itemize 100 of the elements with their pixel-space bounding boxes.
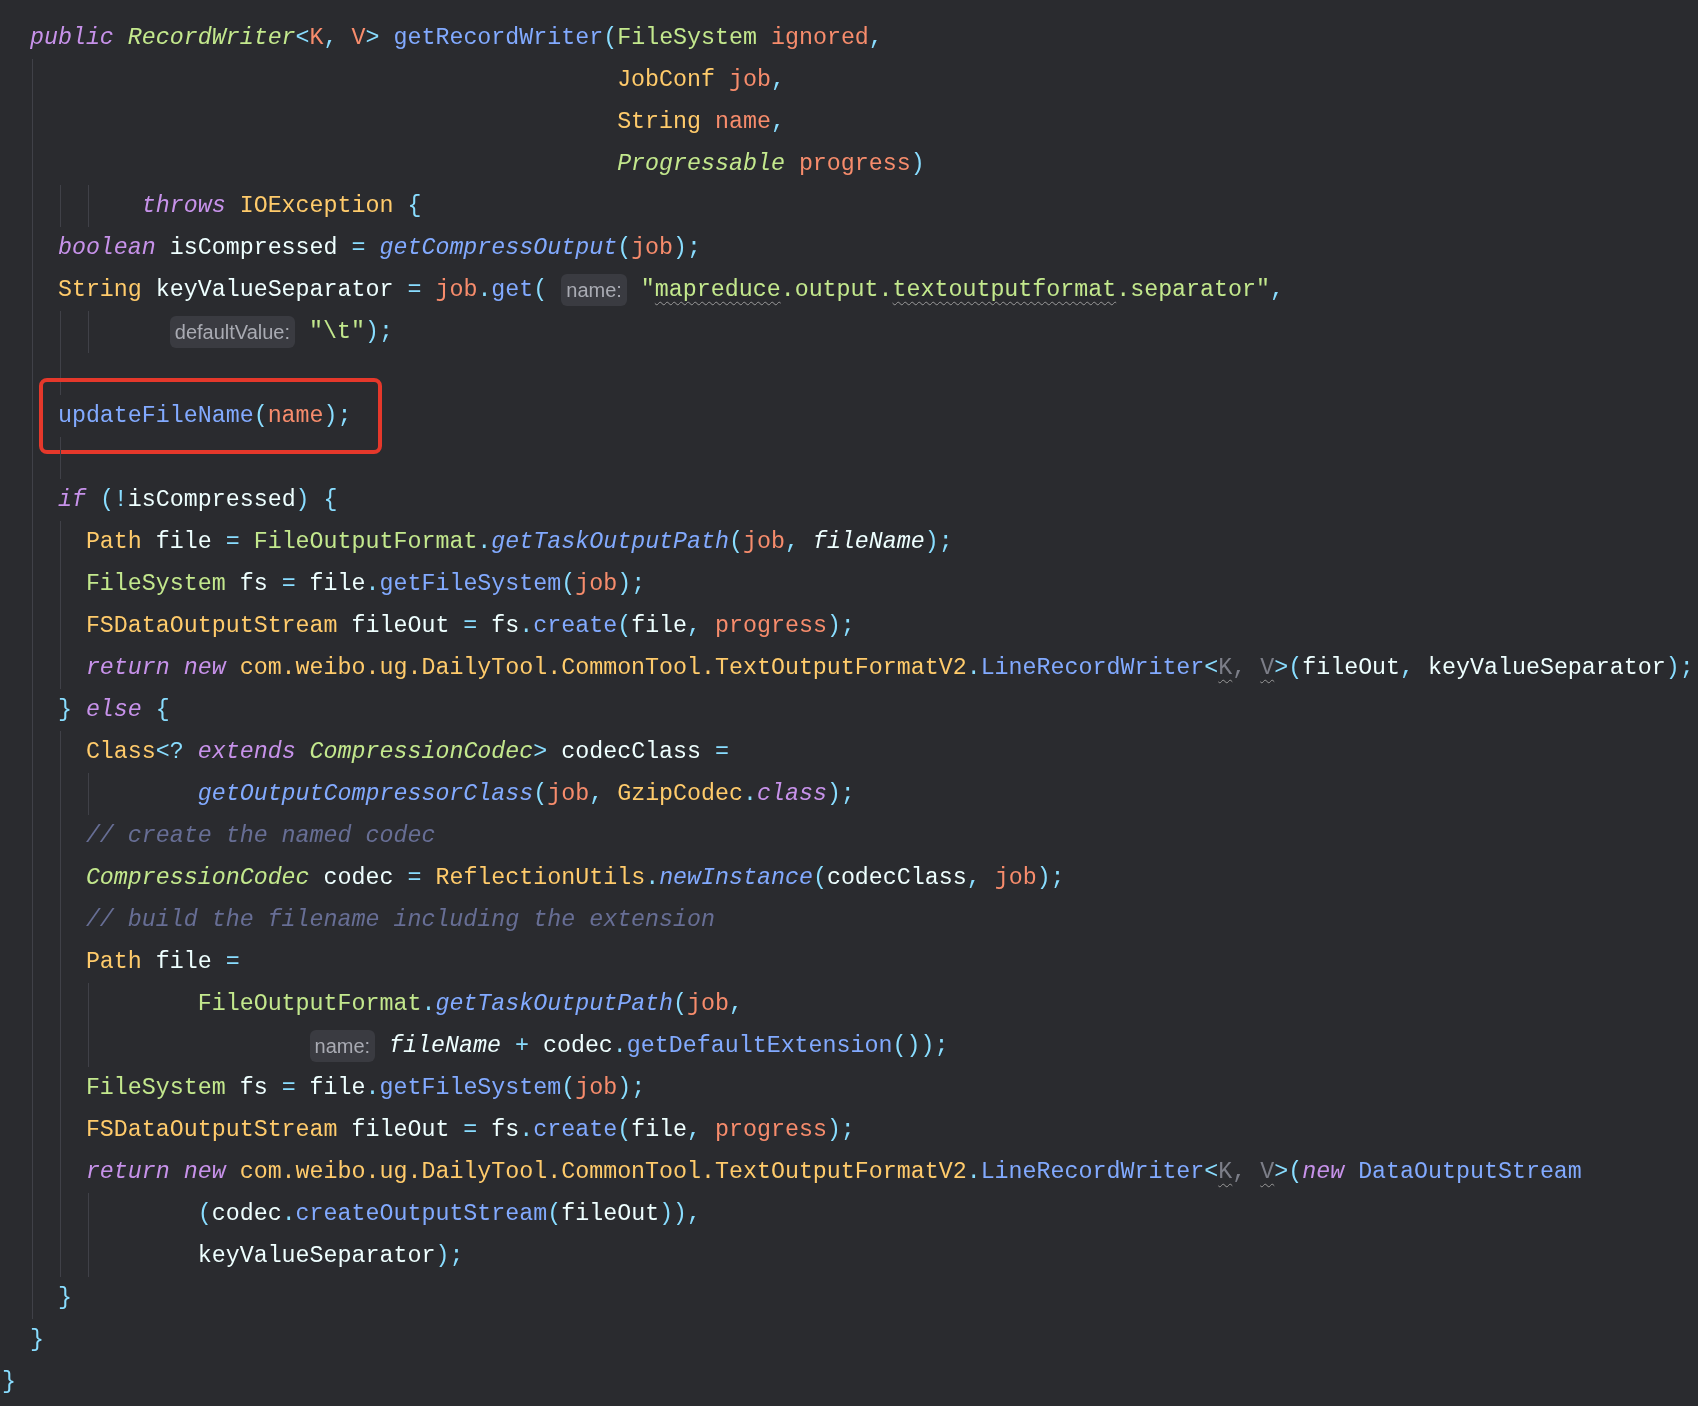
punctuation: ); bbox=[1665, 654, 1694, 683]
keyword: if bbox=[56, 486, 88, 515]
identifier: fs bbox=[239, 1074, 269, 1103]
punctuation: ) bbox=[910, 150, 925, 179]
punctuation: ( bbox=[617, 234, 632, 263]
punctuation: ); bbox=[826, 612, 855, 641]
identifier: keyValueSeparator bbox=[1428, 654, 1666, 683]
parameter: progress bbox=[715, 1116, 827, 1145]
punctuation: (! bbox=[99, 486, 128, 515]
punctuation: ( bbox=[196, 1200, 212, 1229]
identifier: fileOut bbox=[351, 612, 451, 641]
punctuation: ); bbox=[617, 570, 646, 599]
punctuation: . bbox=[477, 276, 492, 305]
method-name: create bbox=[533, 1116, 618, 1145]
identifier: fileName bbox=[812, 528, 925, 557]
string-literal: mapreduce bbox=[654, 276, 781, 305]
punctuation: ); bbox=[826, 780, 855, 809]
type-name: RecordWriter bbox=[127, 24, 296, 53]
keyword: throws bbox=[140, 192, 227, 221]
identifier: file bbox=[155, 528, 213, 557]
punctuation: . bbox=[966, 1158, 981, 1187]
punctuation: ( bbox=[533, 780, 548, 809]
identifier: file bbox=[309, 570, 366, 599]
type-name: com.weibo.ug.DailyTool.CommonTool.TextOutputFormatV2 bbox=[239, 654, 967, 683]
punctuation: . bbox=[612, 1032, 627, 1061]
punctuation: ( bbox=[561, 1074, 576, 1103]
method-name: getTaskOutputPath bbox=[491, 528, 729, 557]
punctuation: , bbox=[687, 1116, 703, 1145]
identifier: codecClass bbox=[826, 864, 967, 893]
punctuation: . bbox=[421, 990, 436, 1019]
punctuation: ) { bbox=[295, 486, 338, 515]
punctuation: ( bbox=[617, 612, 632, 641]
identifier: fs bbox=[491, 1116, 520, 1145]
punctuation: . bbox=[519, 612, 534, 641]
method-name: DataOutputStream bbox=[1358, 1158, 1582, 1187]
punctuation: ); bbox=[673, 234, 702, 263]
parameter: ignored bbox=[771, 24, 869, 53]
code-comment: // build the filename including the extension bbox=[84, 906, 715, 935]
identifier: file bbox=[309, 1074, 366, 1103]
method-name: getFileSystem bbox=[379, 570, 562, 599]
punctuation: . bbox=[281, 1200, 296, 1229]
identifier: fs bbox=[239, 570, 269, 599]
parameter: job bbox=[729, 66, 771, 95]
punctuation: <? bbox=[155, 738, 185, 767]
punctuation: ( bbox=[617, 1116, 632, 1145]
identifier: codec bbox=[211, 1200, 282, 1229]
parameter: progress bbox=[798, 150, 911, 179]
punctuation: ( bbox=[533, 276, 549, 305]
type-name: CompressionCodec bbox=[84, 864, 311, 893]
keyword: public bbox=[28, 24, 115, 53]
punctuation: , bbox=[770, 108, 785, 137]
punctuation: < bbox=[1204, 1158, 1219, 1187]
punctuation: = bbox=[281, 1074, 297, 1103]
identifier: fileName bbox=[388, 1032, 502, 1061]
punctuation: )), bbox=[659, 1200, 702, 1229]
punctuation: ); bbox=[323, 402, 352, 431]
punctuation: . bbox=[365, 1074, 380, 1103]
punctuation: ); bbox=[435, 1242, 464, 1271]
string-literal: " bbox=[639, 276, 655, 305]
type-name: String bbox=[56, 276, 143, 305]
parameter: name bbox=[715, 108, 771, 137]
parameter: K bbox=[309, 24, 324, 53]
parameter: job bbox=[631, 234, 674, 263]
identifier: keyValueSeparator bbox=[196, 1242, 436, 1271]
identifier: fs bbox=[491, 612, 520, 641]
punctuation: ()); bbox=[892, 1032, 949, 1061]
parameter: job bbox=[687, 990, 729, 1019]
punctuation: = bbox=[463, 1116, 479, 1145]
method-name: create bbox=[533, 612, 618, 641]
punctuation: ); bbox=[1036, 864, 1065, 893]
type-name: Path bbox=[84, 948, 143, 977]
method-name: getFileSystem bbox=[379, 1074, 562, 1103]
parameter-hint: name: bbox=[309, 1030, 376, 1062]
punctuation: < bbox=[1204, 654, 1219, 683]
punctuation: , bbox=[589, 780, 605, 809]
keyword: return new bbox=[84, 1158, 228, 1187]
parameter: job bbox=[575, 1074, 618, 1103]
punctuation: = bbox=[407, 864, 423, 893]
method-name: newInstance bbox=[659, 864, 813, 893]
type-name: CompressionCodec bbox=[309, 738, 534, 767]
punctuation: >( bbox=[1274, 654, 1303, 683]
method-name: getOutputCompressorClass bbox=[196, 780, 534, 809]
string-literal: .separator" bbox=[1116, 276, 1270, 305]
punctuation: { bbox=[155, 696, 170, 725]
type-name: FileSystem bbox=[84, 1074, 227, 1103]
type-name: FSDataOutputStream bbox=[84, 612, 339, 641]
punctuation: ( bbox=[812, 864, 827, 893]
punctuation: + bbox=[515, 1032, 530, 1061]
type-argument: , bbox=[1232, 1158, 1248, 1187]
punctuation: = bbox=[463, 612, 479, 641]
identifier: fileOut bbox=[351, 1116, 451, 1145]
punctuation: , bbox=[784, 528, 800, 557]
parameter: name bbox=[267, 402, 324, 431]
parameter: job bbox=[743, 528, 785, 557]
punctuation: >( bbox=[1274, 1158, 1303, 1187]
keyword: boolean bbox=[56, 234, 157, 263]
parameter: progress bbox=[715, 612, 827, 641]
method-name: updateFileName bbox=[56, 402, 254, 431]
punctuation: ( bbox=[729, 528, 743, 557]
method-name: getTaskOutputPath bbox=[435, 990, 674, 1019]
